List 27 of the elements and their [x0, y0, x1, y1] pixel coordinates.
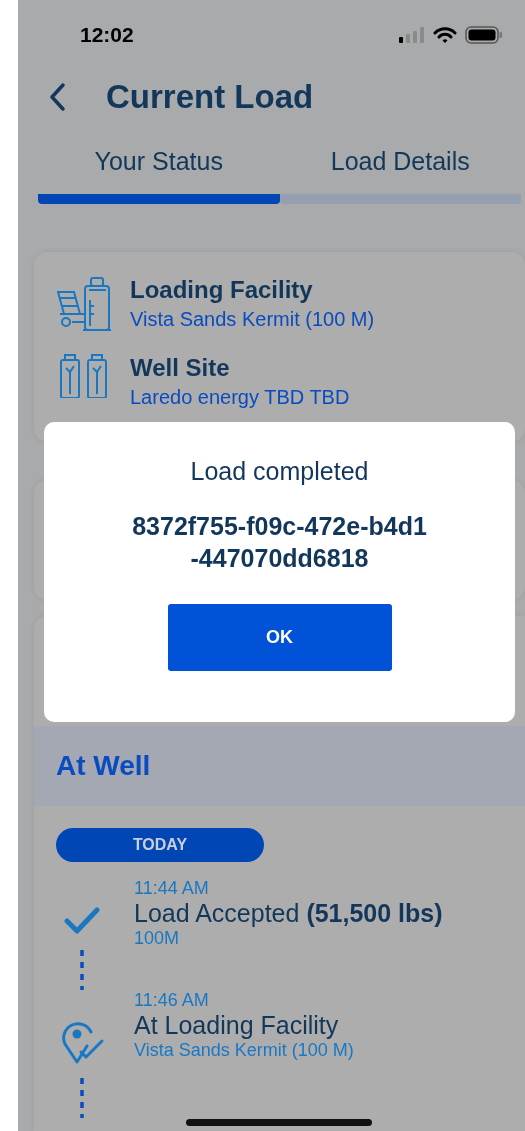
dotted-connector — [79, 950, 85, 990]
event-detail: Vista Sands Kermit (100 M) — [134, 1040, 354, 1061]
signal-icon — [399, 27, 425, 43]
silo-cart-icon — [56, 276, 114, 332]
event-detail: 100M — [134, 928, 181, 949]
page-title: Current Load — [106, 78, 314, 116]
date-badge: TODAY — [56, 828, 264, 862]
ok-button[interactable]: OK — [167, 604, 392, 671]
back-icon[interactable] — [48, 82, 66, 112]
stop-title: Loading Facility — [130, 276, 314, 304]
event-title: Load Accepted (51,500 lbs) — [134, 899, 443, 928]
stop-location: Vista Sands Kermit (100 M) — [130, 308, 375, 331]
section-title: At Well — [56, 750, 151, 782]
wifi-icon — [433, 26, 457, 44]
dialog-title: Load completed — [190, 457, 369, 486]
battery-icon — [465, 26, 503, 44]
tab[interactable]: Load Details — [279, 144, 521, 204]
event-time: 11:46 AM — [134, 990, 210, 1011]
stop-title: Well Site — [130, 354, 231, 382]
event-time: 11:44 AM — [134, 878, 210, 899]
dotted-connector — [79, 1078, 85, 1118]
tab[interactable]: Your Status — [38, 144, 280, 204]
stop-location: Laredo energy TBD TBD — [130, 386, 350, 409]
check-icon — [64, 906, 100, 936]
status-time: 12:02 — [80, 23, 134, 47]
dialog-message: 8372f755-f09c-472e-b4d1-447070dd6818 — [131, 511, 428, 574]
event-title: At Loading Facility — [134, 1011, 340, 1040]
